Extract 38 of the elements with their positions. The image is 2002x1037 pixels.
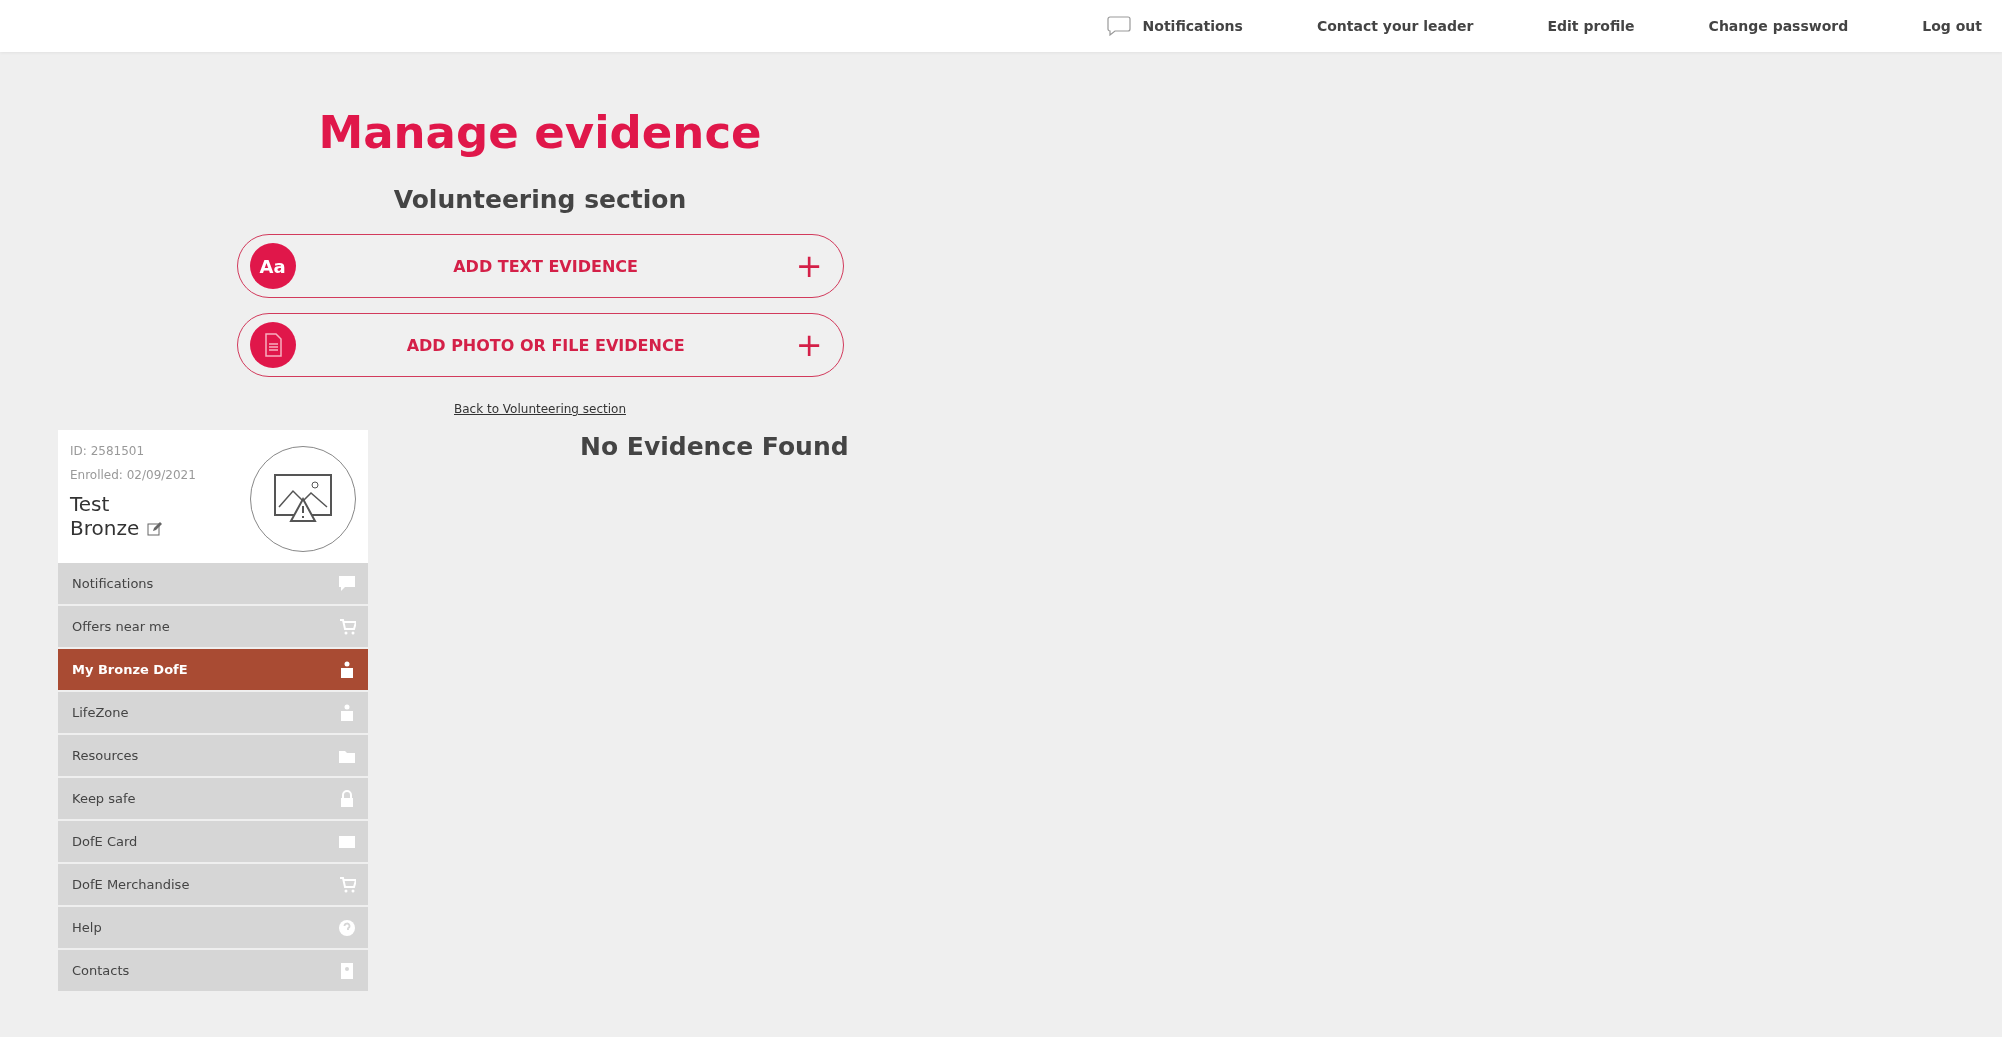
add-evidence-button[interactable]: ADD PHOTO OR FILE EVIDENCE + (236, 313, 844, 377)
edit-icon[interactable] (147, 520, 163, 536)
broken-image-icon (273, 473, 333, 525)
text-badge: Aa (249, 243, 296, 289)
cart-icon (338, 875, 356, 894)
sidebar-item[interactable]: Keep safe (58, 778, 368, 819)
nav-link[interactable]: Edit profile (1547, 18, 1635, 34)
sidebar-item[interactable]: DofE Merchandise (58, 864, 368, 905)
add-evidence-button[interactable]: Aa ADD TEXT EVIDENCE + (236, 234, 844, 298)
back-link[interactable]: Back to Volunteering section (454, 402, 626, 416)
award-icon (338, 660, 356, 679)
notifications-link[interactable]: Notifications (1106, 16, 1243, 36)
chat-bubble-icon (1106, 16, 1131, 36)
sidebar-item[interactable]: Resources (58, 735, 368, 776)
sidebar-item[interactable]: DofE Card (58, 821, 368, 862)
help-icon (338, 918, 356, 937)
sidebar-item[interactable]: Notifications (58, 563, 368, 604)
member-id: ID: 2581501 (70, 444, 146, 458)
first-name: Test (70, 492, 111, 516)
sidebar-item[interactable]: Contacts (58, 950, 368, 991)
nav-link[interactable]: Change password (1708, 18, 1849, 34)
empty-message: No Evidence Found (580, 432, 849, 461)
page-title: Manage evidence (318, 106, 762, 159)
sidebar-item[interactable]: Help (58, 907, 368, 948)
chat-icon (338, 574, 356, 593)
nav-link[interactable]: Contact your leader (1316, 18, 1474, 34)
sidebar-item[interactable]: My Bronze DofE (58, 649, 368, 690)
padlock-icon (338, 789, 356, 808)
last-name: Bronze (70, 516, 140, 540)
award-icon (338, 703, 356, 722)
cart-icon (338, 617, 356, 636)
document-icon (249, 322, 296, 368)
sidebar-item[interactable]: Offers near me (58, 606, 368, 647)
contact-card-icon (338, 961, 356, 980)
nav-link[interactable]: Log out (1922, 18, 1982, 34)
sidebar-item[interactable]: LifeZone (58, 692, 368, 733)
section-title: Volunteering section (393, 185, 687, 214)
enrolled-date: Enrolled: 02/09/2021 (70, 468, 196, 482)
